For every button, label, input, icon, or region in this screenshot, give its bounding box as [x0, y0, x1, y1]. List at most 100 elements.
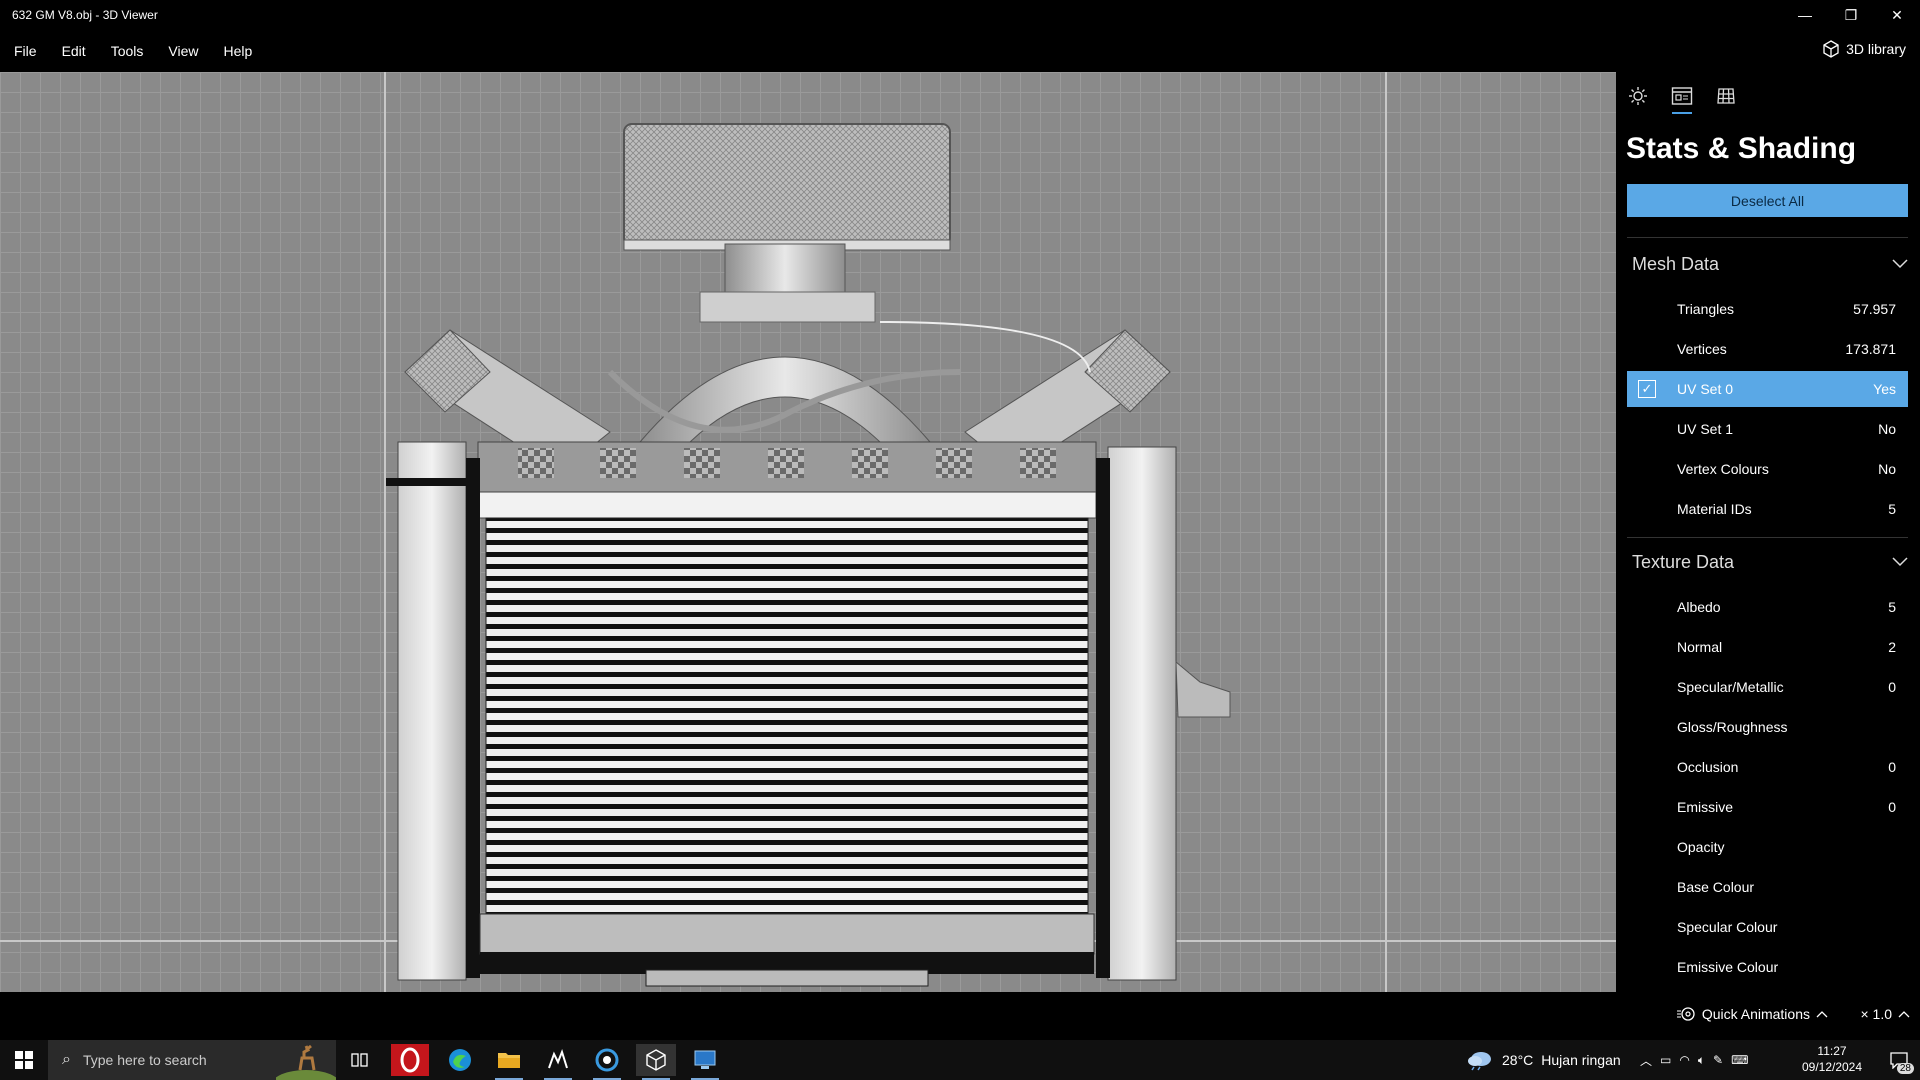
clock-time: 11:27	[1817, 1044, 1847, 1058]
menu-edit[interactable]: Edit	[51, 43, 97, 59]
taskbar-app-remote-desktop[interactable]	[685, 1044, 725, 1080]
quick-animations-label: Quick Animations	[1701, 1006, 1810, 1022]
3d-library-label: 3D library	[1846, 41, 1906, 57]
texture-row-normal[interactable]: Normal 2	[1627, 629, 1908, 665]
status-bar: Quick Animations × 1.0	[0, 992, 1920, 1040]
row-label: Albedo	[1677, 599, 1721, 615]
chevron-up-icon	[1816, 1011, 1828, 1018]
divider	[1627, 237, 1908, 238]
chevron-up-icon[interactable]: ︿	[1640, 1052, 1652, 1069]
browser-ring-icon	[595, 1048, 619, 1072]
row-label: Base Colour	[1677, 879, 1755, 895]
row-label: Material IDs	[1677, 501, 1752, 517]
weather-widget[interactable]: 28°C Hujan ringan	[1466, 1040, 1621, 1080]
start-button[interactable]	[0, 1040, 48, 1080]
row-label: UV Set 0	[1677, 381, 1734, 397]
restore-button[interactable]: ❐	[1828, 0, 1874, 30]
3d-viewport[interactable]	[0, 72, 1616, 992]
texture-row-albedo[interactable]: Albedo 5	[1627, 589, 1908, 625]
clock-date: 09/12/2024	[1801, 1060, 1863, 1074]
row-label: Specular Colour	[1677, 919, 1778, 935]
tab-grid[interactable]	[1714, 84, 1738, 108]
texture-row-emissive-colour[interactable]: Emissive Colour	[1627, 949, 1908, 985]
stats-icon	[1671, 87, 1693, 105]
mesh-row-triangles: Triangles 57.957	[1627, 291, 1908, 327]
texture-row-specular-colour[interactable]: Specular Colour	[1627, 909, 1908, 945]
mesh-row-uv-set-1[interactable]: UV Set 1 No	[1627, 411, 1908, 447]
taskbar-app-opera[interactable]	[390, 1044, 430, 1076]
row-label: Triangles	[1677, 301, 1735, 317]
engine-model[interactable]	[0, 72, 1616, 992]
row-label: Vertex Colours	[1677, 461, 1769, 477]
mesh-data-header[interactable]: Mesh Data	[1632, 249, 1908, 279]
keyboard-icon[interactable]: ⌨	[1731, 1053, 1748, 1067]
notification-center-button[interactable]: 28	[1886, 1048, 1914, 1074]
mesh-row-material-ids[interactable]: Material IDs 5	[1627, 491, 1908, 527]
uv-set-0-checkbox[interactable]: ✓	[1638, 380, 1656, 398]
battery-icon[interactable]: ▭	[1660, 1053, 1671, 1067]
window-controls: — ❐ ✕	[1782, 0, 1920, 30]
texture-data-header[interactable]: Texture Data	[1632, 547, 1908, 577]
taskbar-app-browser[interactable]	[587, 1044, 627, 1080]
chevron-down-icon	[1892, 259, 1908, 269]
menu-tools[interactable]: Tools	[100, 43, 155, 59]
row-label: Specular/Metallic	[1677, 679, 1784, 695]
close-button[interactable]: ✕	[1874, 0, 1920, 30]
notification-count-badge: 28	[1896, 1063, 1914, 1074]
row-value: 57.957	[1853, 301, 1896, 317]
texture-row-specular-metallic[interactable]: Specular/Metallic 0	[1627, 669, 1908, 705]
panel-tabs	[1626, 84, 1738, 114]
weather-temperature: 28°C	[1502, 1052, 1534, 1068]
tab-lighting[interactable]	[1626, 84, 1650, 108]
pen-icon[interactable]: ✎	[1713, 1053, 1723, 1067]
tab-stats[interactable]	[1670, 84, 1694, 114]
playback-speed[interactable]: × 1.0	[1860, 1006, 1910, 1022]
volume-icon[interactable]: 🔈︎	[1698, 1053, 1705, 1068]
cube-icon	[1823, 40, 1839, 58]
mesh-row-uv-set-0[interactable]: ✓ UV Set 0 Yes	[1627, 371, 1908, 407]
texture-row-base-colour[interactable]: Base Colour	[1627, 869, 1908, 905]
task-view-button[interactable]	[340, 1044, 380, 1076]
row-value: No	[1878, 461, 1896, 477]
deselect-all-button[interactable]: Deselect All	[1627, 184, 1908, 217]
3d-viewer-icon	[646, 1049, 666, 1071]
edge-icon	[449, 1049, 471, 1071]
texture-row-gloss-roughness[interactable]: Gloss/Roughness	[1627, 709, 1908, 745]
row-value: 0	[1888, 759, 1896, 775]
window-title: 632 GM V8.obj - 3D Viewer	[12, 8, 158, 22]
quick-animations-button[interactable]: Quick Animations	[1676, 1006, 1828, 1022]
taskbar-app-blender-like[interactable]	[538, 1044, 578, 1080]
taskbar: ⌕ Type here to search 28°C Hujan ringan …	[0, 1040, 1920, 1080]
search-placeholder: Type here to search	[82, 1052, 207, 1068]
minimize-button[interactable]: —	[1782, 0, 1828, 30]
windows-logo-icon	[15, 1051, 33, 1069]
title-bar: 632 GM V8.obj - 3D Viewer — ❐ ✕	[0, 0, 1920, 30]
taskbar-app-3d-viewer[interactable]	[636, 1044, 676, 1080]
taskbar-clock[interactable]: 11:27 09/12/2024	[1800, 1043, 1864, 1075]
opera-icon	[391, 1044, 429, 1076]
menu-file[interactable]: File	[3, 43, 48, 59]
texture-row-opacity[interactable]: Opacity	[1627, 829, 1908, 865]
row-value: 0	[1888, 799, 1896, 815]
3d-library-button[interactable]: 3D library	[1822, 40, 1906, 58]
divider	[1627, 537, 1908, 538]
playback-speed-value: × 1.0	[1860, 1006, 1892, 1022]
menu-view[interactable]: View	[157, 43, 209, 59]
row-value: 2	[1888, 639, 1896, 655]
row-label: Vertices	[1677, 341, 1727, 357]
chevron-up-icon	[1898, 1011, 1910, 1018]
taskbar-app-edge[interactable]	[440, 1044, 480, 1076]
texture-row-emissive[interactable]: Emissive 0	[1627, 789, 1908, 825]
wifi-icon[interactable]: ◠	[1679, 1053, 1689, 1067]
texture-row-occlusion[interactable]: Occlusion 0	[1627, 749, 1908, 785]
mesh-row-vertex-colours[interactable]: Vertex Colours No	[1627, 451, 1908, 487]
sun-icon	[1629, 87, 1647, 105]
row-label: Normal	[1677, 639, 1723, 655]
taskbar-search-box[interactable]: ⌕ Type here to search	[48, 1040, 336, 1080]
row-label: Occlusion	[1677, 759, 1739, 775]
taskbar-app-file-explorer[interactable]	[489, 1044, 529, 1080]
row-label: Emissive	[1677, 799, 1734, 815]
menu-help[interactable]: Help	[212, 43, 263, 59]
app-deer-icon	[548, 1049, 568, 1069]
menu-bar: File Edit Tools View Help 3D library	[0, 30, 1920, 72]
